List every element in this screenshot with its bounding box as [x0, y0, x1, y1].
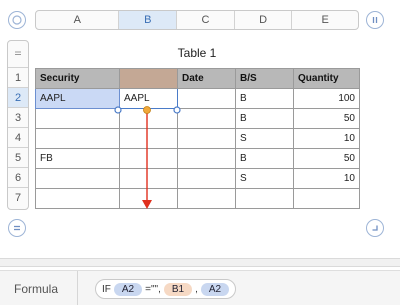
formula-function: IF: [102, 283, 111, 295]
table-resize-handle[interactable]: [366, 219, 384, 237]
row-header-4[interactable]: 4: [8, 127, 28, 147]
cell-e7[interactable]: [293, 188, 360, 209]
cell-a6[interactable]: [35, 168, 120, 189]
row-header-2[interactable]: 2: [8, 87, 28, 107]
formula-token-b1[interactable]: B1: [163, 282, 193, 296]
row-header-5[interactable]: 5: [8, 147, 28, 167]
equals-icon: [14, 225, 20, 231]
header-cell-b1[interactable]: [119, 68, 178, 89]
row-header-7[interactable]: 7: [8, 187, 28, 207]
cell-e5[interactable]: 50: [293, 148, 360, 169]
cell-d3[interactable]: B: [235, 108, 294, 129]
row-header-3[interactable]: 3: [8, 107, 28, 127]
cell-b4[interactable]: [119, 128, 178, 149]
pause-bars-icon: [372, 17, 378, 23]
cell-a3[interactable]: [35, 108, 120, 129]
column-header-d[interactable]: D: [235, 11, 293, 29]
column-header-bar: A B C D E: [35, 10, 359, 30]
cell-e2[interactable]: 100: [293, 88, 360, 109]
cell-b6[interactable]: [119, 168, 178, 189]
cell-e6[interactable]: 10: [293, 168, 360, 189]
cell-b2[interactable]: AAPL: [119, 88, 178, 109]
cell-d5[interactable]: B: [235, 148, 294, 169]
table-row: FB B 50: [35, 148, 360, 169]
cell-c5[interactable]: [177, 148, 236, 169]
add-row-handle[interactable]: [8, 219, 26, 237]
table-row: [35, 188, 360, 209]
row-header-bar: 1 2 3 4 5 6 7: [7, 40, 29, 210]
cell-b5[interactable]: [119, 148, 178, 169]
column-header-c[interactable]: C: [177, 11, 235, 29]
formula-label: Formula: [14, 282, 59, 296]
row-header-1[interactable]: 1: [8, 67, 28, 87]
cell-e3[interactable]: 50: [293, 108, 360, 129]
add-column-handle[interactable]: [366, 11, 384, 29]
corner-resize-icon: [372, 225, 378, 231]
formula-comma: ,: [195, 283, 198, 295]
cell-e4[interactable]: 10: [293, 128, 360, 149]
cell-c3[interactable]: [177, 108, 236, 129]
cell-d4[interactable]: S: [235, 128, 294, 149]
formula-bar: Formula IF A2 ="", B1 , A2: [0, 270, 400, 305]
formula-operator: ="",: [145, 283, 161, 295]
header-cell-security[interactable]: Security: [35, 68, 120, 89]
table-row: S 10: [35, 128, 360, 149]
cell-a2[interactable]: AAPL: [35, 88, 120, 109]
cell-d7[interactable]: [235, 188, 294, 209]
cell-c7[interactable]: [177, 188, 236, 209]
formula-token-a2-second[interactable]: A2: [200, 282, 230, 296]
table-title[interactable]: Table 1: [35, 46, 359, 60]
table-row: S 10: [35, 168, 360, 189]
column-header-b[interactable]: B: [119, 11, 178, 29]
header-cell-bs[interactable]: B/S: [235, 68, 294, 89]
pane-divider[interactable]: [0, 258, 400, 267]
table-row: AAPL AAPL B 100: [35, 88, 360, 109]
header-cell-quantity[interactable]: Quantity: [293, 68, 360, 89]
cell-c4[interactable]: [177, 128, 236, 149]
grip-icon: [15, 51, 21, 55]
circle-select-icon: [12, 15, 22, 25]
cell-b7[interactable]: [119, 188, 178, 209]
cell-c6[interactable]: [177, 168, 236, 189]
cell-d6[interactable]: S: [235, 168, 294, 189]
row-header-6[interactable]: 6: [8, 167, 28, 187]
table-select-handle[interactable]: [8, 11, 26, 29]
column-header-a[interactable]: A: [36, 11, 120, 29]
formula-input[interactable]: IF A2 ="", B1 , A2: [95, 279, 237, 299]
formula-token-a2[interactable]: A2: [113, 282, 143, 296]
header-cell-date[interactable]: Date: [177, 68, 236, 89]
spreadsheet-table: Security Date B/S Quantity AAPL AAPL B 1…: [35, 68, 360, 209]
cell-a5[interactable]: FB: [35, 148, 120, 169]
cell-d2[interactable]: B: [235, 88, 294, 109]
formula-divider: [77, 271, 78, 305]
cell-a4[interactable]: [35, 128, 120, 149]
column-header-e[interactable]: E: [292, 11, 358, 29]
cell-a7[interactable]: [35, 188, 120, 209]
cell-b3[interactable]: [119, 108, 178, 129]
row-grip[interactable]: [8, 41, 28, 67]
cell-c2[interactable]: [177, 88, 236, 109]
header-row: Security Date B/S Quantity: [35, 68, 360, 89]
table-row: B 50: [35, 108, 360, 129]
